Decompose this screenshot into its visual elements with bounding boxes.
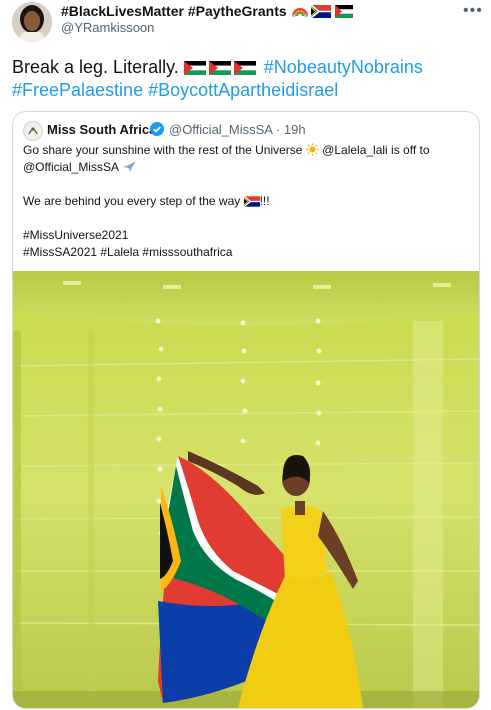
tweet-text-prefix: Break a leg. Literally. bbox=[12, 57, 179, 77]
quoted-author-name[interactable]: Miss South Africa bbox=[47, 122, 156, 137]
hashtag-link[interactable]: #FreePalaestine bbox=[12, 80, 143, 100]
quoted-handle-text: @Official_MissSA bbox=[169, 122, 273, 137]
mention-link[interactable]: @Lalela_lali is off to bbox=[322, 143, 429, 157]
quoted-text-line: Go share your sunshine with the rest of … bbox=[23, 143, 430, 157]
tweet-text: Break a leg. Literally. #NobeautyNobrain… bbox=[12, 56, 482, 102]
separator-dot: · bbox=[275, 122, 281, 137]
sun-emoji-icon bbox=[306, 143, 319, 156]
hashtag-link[interactable]: #MissUniverse2021 bbox=[23, 227, 128, 244]
more-horizontal-icon[interactable]: ••• bbox=[463, 2, 483, 20]
quoted-tweet-card[interactable]: Miss South Africa @Official_MissSA · 19h… bbox=[12, 111, 480, 709]
palestine-flag-icon bbox=[335, 5, 354, 19]
author-display-name[interactable]: #BlackLivesMatter #PaytheGrants bbox=[61, 3, 356, 19]
hashtag-link[interactable]: #MissSA2021 #Lalela #misssouthafrica bbox=[23, 244, 232, 261]
palestine-flag-icon bbox=[208, 58, 231, 75]
south-africa-flag-icon bbox=[310, 4, 332, 19]
rainbow-emoji-icon bbox=[291, 4, 308, 18]
palestine-flag-icon bbox=[233, 58, 256, 75]
author-handle[interactable]: @YRamkissoon bbox=[61, 20, 154, 35]
quoted-author-handle[interactable]: @Official_MissSA · 19h bbox=[169, 122, 306, 137]
author-avatar[interactable] bbox=[12, 2, 52, 42]
hashtag-link[interactable]: #NobeautyNobrains bbox=[264, 57, 423, 77]
quoted-timestamp[interactable]: 19h bbox=[284, 122, 306, 137]
palestine-flag-icon bbox=[183, 58, 206, 75]
south-africa-flag-icon bbox=[243, 195, 260, 208]
quoted-text-line: We are behind you every step of the way … bbox=[23, 194, 270, 208]
quoted-text-line: @Official_MissSA bbox=[23, 159, 136, 176]
photo-illustration bbox=[13, 271, 479, 708]
mention-link[interactable]: @Official_MissSA bbox=[23, 160, 118, 174]
quoted-tweet-photo[interactable] bbox=[13, 271, 479, 708]
hashtag-link[interactable]: #BoycottApartheidisrael bbox=[148, 80, 338, 100]
quoted-author-avatar[interactable] bbox=[23, 121, 43, 141]
verified-badge-icon bbox=[150, 122, 164, 136]
airplane-emoji-icon bbox=[122, 160, 136, 173]
